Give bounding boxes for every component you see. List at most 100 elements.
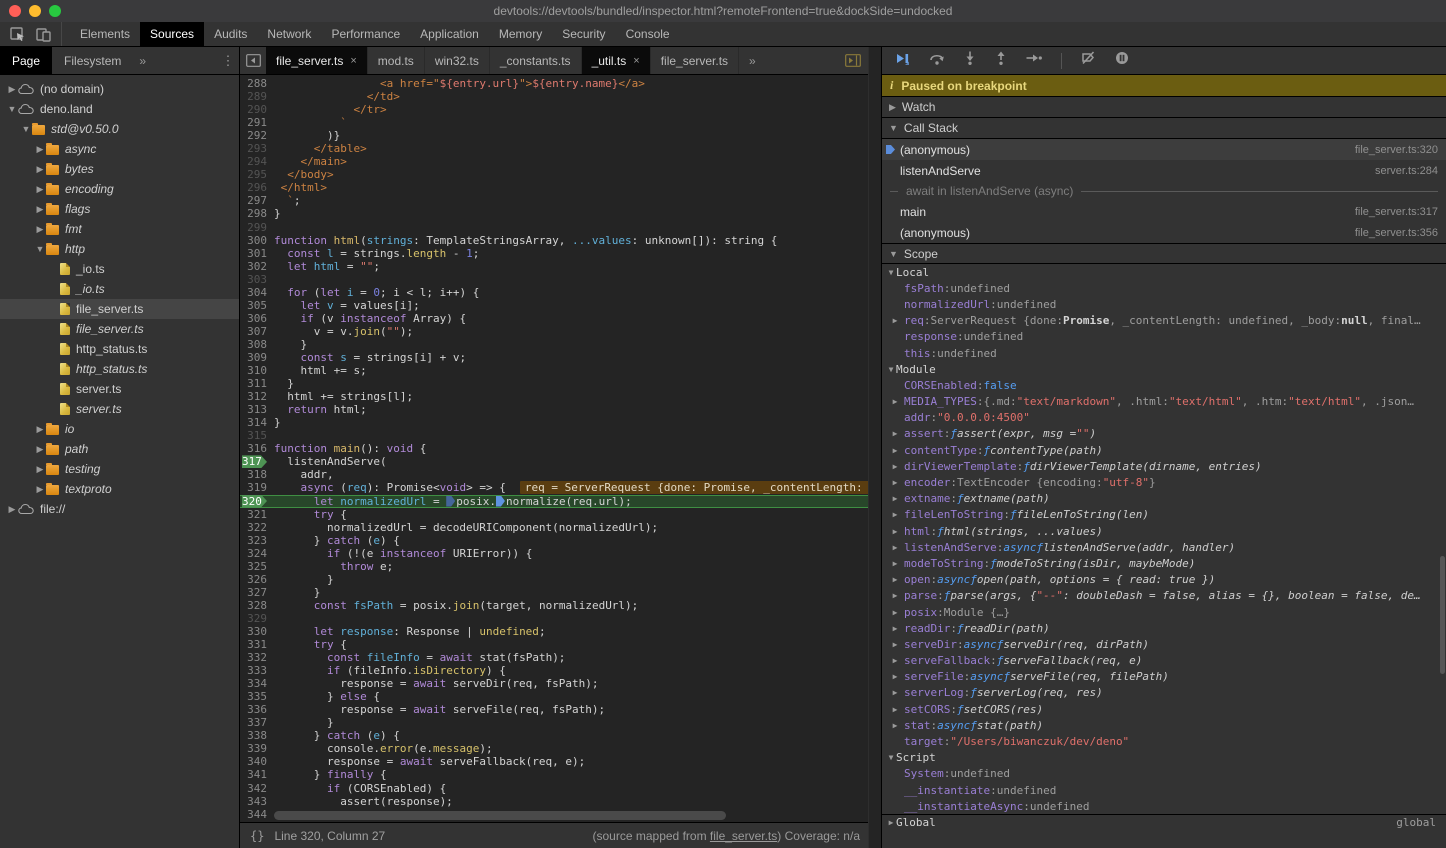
scope-variable-addr[interactable]: addr: "0.0.0.0:4500" [882, 410, 1446, 426]
code-line-304[interactable]: 304 for (let i = 0; i < l; i++) { [240, 286, 868, 299]
callstack-section-header[interactable]: ▼ Call Stack [882, 118, 1446, 139]
code-line-301[interactable]: 301 const l = strings.length - 1; [240, 247, 868, 260]
tree-item-file-[interactable]: ▶file:// [0, 499, 239, 519]
tree-item-fmt[interactable]: ▶fmt [0, 219, 239, 239]
code-line-318[interactable]: 318 addr, [240, 468, 868, 481]
scope-variable-fileLenToString[interactable]: ▶fileLenToString: ƒ fileLenToString(len) [882, 507, 1446, 523]
scope-variable-serveDir[interactable]: ▶serveDir: async ƒ serveDir(req, dirPath… [882, 636, 1446, 652]
code-line-322[interactable]: 322 normalizedUrl = decodeURIComponent(n… [240, 521, 868, 534]
expanded-triangle-icon[interactable]: ▼ [6, 104, 18, 114]
tree-item-path[interactable]: ▶path [0, 439, 239, 459]
more-editor-tabs-chevron[interactable]: » [739, 47, 766, 74]
tab-memory[interactable]: Memory [489, 22, 552, 46]
scope-variable-contentType[interactable]: ▶contentType: ƒ contentType(path) [882, 442, 1446, 458]
scope-group-script[interactable]: ▼Script [882, 750, 1446, 766]
tab-security[interactable]: Security [552, 22, 615, 46]
horizontal-scrollbar[interactable] [274, 811, 726, 820]
collapsed-triangle-icon[interactable]: ▶ [34, 164, 46, 175]
callstack-frame[interactable]: (anonymous)file_server.ts:356 [882, 222, 1446, 243]
code-line-325[interactable]: 325 throw e; [240, 560, 868, 573]
collapsed-triangle-icon[interactable]: ▶ [34, 224, 46, 235]
collapsed-triangle-icon[interactable]: ▶ [6, 84, 18, 95]
scope-variable-MEDIA_TYPES[interactable]: ▶MEDIA_TYPES: {.md: "text/markdown", .ht… [882, 394, 1446, 410]
editor-vertical-scrollbar[interactable] [868, 47, 881, 848]
editor-tab-file-server-ts[interactable]: file_server.ts× [266, 47, 368, 74]
expanded-triangle-icon[interactable]: ▼ [34, 244, 46, 254]
collapsed-triangle-icon[interactable]: ▶ [886, 397, 904, 406]
tree-item-testing[interactable]: ▶testing [0, 459, 239, 479]
collapsed-triangle-icon[interactable]: ▶ [886, 478, 904, 487]
code-line-315[interactable]: 315 [240, 429, 868, 442]
scope-scrollbar[interactable] [1440, 556, 1445, 674]
code-line-333[interactable]: 333 if (fileInfo.isDirectory) { [240, 664, 868, 677]
code-line-327[interactable]: 327 } [240, 586, 868, 599]
code-line-314[interactable]: 314} [240, 416, 868, 429]
code-line-296[interactable]: 296 </html> [240, 181, 868, 194]
scope-variable-fsPath[interactable]: fsPath: undefined [882, 280, 1446, 296]
code-line-338[interactable]: 338 } catch (e) { [240, 729, 868, 742]
scope-group-module[interactable]: ▼Module [882, 361, 1446, 377]
editor-tab-win32-ts[interactable]: win32.ts [425, 47, 490, 74]
tree-item-file-server-ts[interactable]: file_server.ts [0, 319, 239, 339]
expanded-triangle-icon[interactable]: ▼ [886, 268, 896, 277]
scope-variable-modeToString[interactable]: ▶modeToString: ƒ modeToString(isDir, may… [882, 555, 1446, 571]
code-line-309[interactable]: 309 const s = strings[i] + v; [240, 351, 868, 364]
code-line-335[interactable]: 335 } else { [240, 690, 868, 703]
scope-variable-normalizedUrl[interactable]: normalizedUrl: undefined [882, 296, 1446, 312]
code-line-288[interactable]: 288 <a href="${entry.url}">${entry.name}… [240, 77, 868, 90]
collapsed-triangle-icon[interactable]: ▶ [886, 575, 904, 584]
tree-item--io-ts[interactable]: _io.ts [0, 279, 239, 299]
scope-variable-posix[interactable]: ▶posix: Module {…} [882, 604, 1446, 620]
editor-tab--util-ts[interactable]: _util.ts× [582, 47, 651, 74]
collapsed-triangle-icon[interactable]: ▶ [886, 705, 904, 714]
scope-variable-readDir[interactable]: ▶readDir: ƒ readDir(path) [882, 620, 1446, 636]
collapsed-triangle-icon[interactable]: ▶ [886, 527, 904, 536]
code-line-292[interactable]: 292 )} [240, 129, 868, 142]
watch-section-header[interactable]: ▶ Watch [882, 97, 1446, 118]
scope-variable-__instantiateAsync[interactable]: __instantiateAsync: undefined [882, 798, 1446, 814]
collapsed-triangle-icon[interactable]: ▶ [886, 510, 904, 519]
code-line-298[interactable]: 298} [240, 207, 868, 220]
collapsed-triangle-icon[interactable]: ▶ [886, 818, 896, 827]
scope-variable-open[interactable]: ▶open: async ƒ open(path, options = { re… [882, 572, 1446, 588]
code-line-294[interactable]: 294 </main> [240, 155, 868, 168]
code-line-342[interactable]: 342 if (CORSEnabled) { [240, 782, 868, 795]
collapsed-triangle-icon[interactable]: ▶ [886, 462, 904, 471]
tab-performance[interactable]: Performance [321, 22, 410, 46]
tree-item-async[interactable]: ▶async [0, 139, 239, 159]
more-tabs-chevron[interactable]: » [133, 47, 152, 74]
collapsed-triangle-icon[interactable]: ▶ [886, 656, 904, 665]
code-editor[interactable]: 288 <a href="${entry.url}">${entry.name}… [240, 75, 868, 822]
step-icon[interactable] [1026, 52, 1042, 70]
code-line-306[interactable]: 306 if (v instanceof Array) { [240, 312, 868, 325]
code-line-324[interactable]: 324 if (!(e instanceof URIError)) { [240, 547, 868, 560]
collapsed-triangle-icon[interactable]: ▶ [886, 672, 904, 681]
code-line-323[interactable]: 323 } catch (e) { [240, 534, 868, 547]
scope-variable-__instantiate[interactable]: __instantiate: undefined [882, 782, 1446, 798]
scope-variable-req[interactable]: ▶req: ServerRequest {done: Promise, _con… [882, 313, 1446, 329]
callstack-frame[interactable]: mainfile_server.ts:317 [882, 201, 1446, 222]
collapsed-triangle-icon[interactable]: ▶ [886, 446, 904, 455]
scope-variable-target[interactable]: target: "/Users/biwanczuk/dev/deno" [882, 733, 1446, 749]
tree-item-bytes[interactable]: ▶bytes [0, 159, 239, 179]
expanded-triangle-icon[interactable]: ▼ [886, 753, 896, 762]
pause-on-exceptions-icon[interactable] [1115, 51, 1129, 70]
collapsed-triangle-icon[interactable]: ▶ [886, 721, 904, 730]
scope-variable-serveFile[interactable]: ▶serveFile: async ƒ serveFile(req, fileP… [882, 669, 1446, 685]
code-line-302[interactable]: 302 let html = ""; [240, 260, 868, 273]
scope-variable-stat[interactable]: ▶stat: async ƒ stat(path) [882, 717, 1446, 733]
tab-sources[interactable]: Sources [140, 22, 204, 46]
editor-tab-mod-ts[interactable]: mod.ts [368, 47, 425, 74]
code-line-291[interactable]: 291 ` [240, 116, 868, 129]
toggle-debugger-sidebar-icon[interactable] [838, 47, 868, 74]
scope-variable-html[interactable]: ▶html: ƒ html(strings, ...values) [882, 523, 1446, 539]
code-line-326[interactable]: 326 } [240, 573, 868, 586]
code-line-307[interactable]: 307 v = v.join(""); [240, 325, 868, 338]
editor-tab--constants-ts[interactable]: _constants.ts [490, 47, 582, 74]
source-map-link[interactable]: file_server.ts [710, 829, 777, 843]
scope-group-global[interactable]: ▶Globalglobal [882, 814, 1446, 830]
step-into-icon[interactable] [964, 51, 976, 70]
code-line-305[interactable]: 305 let v = values[i]; [240, 299, 868, 312]
collapsed-triangle-icon[interactable]: ▶ [886, 591, 904, 600]
collapsed-triangle-icon[interactable]: ▶ [886, 640, 904, 649]
